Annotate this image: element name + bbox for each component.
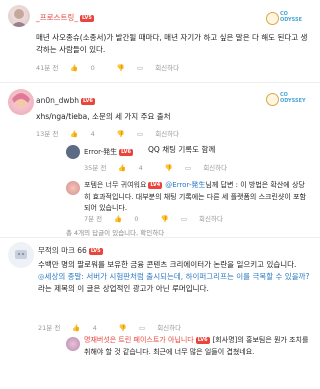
comment-text: 매년 사오종슈(소종서)가 발간될 때마다, 매년 자기가 하고 싶은 말은 다… [36,33,308,54]
reply-text: 명재버섯은 트린 페이스트가 아닙니다 LV6 [회사명]의 홍보팀은 뭔가 조치를… [84,335,309,358]
coin-badge-icon [266,93,279,106]
comment-meta: 21분 전 👍 4 👎 ▭ 회신하다 [38,322,201,332]
reply-avatar[interactable] [66,181,80,195]
avatar-image [11,9,27,27]
reply-label: 회신하다 [155,130,180,138]
like-button[interactable]: 👍 4 [70,130,104,138]
timestamp: 41분 전 [36,64,59,72]
timestamp: 21분 전 [38,324,61,332]
reply-button[interactable]: ▭ 회신하다 [139,324,191,332]
reply-username[interactable]: 포템은 너무 귀여워요 LV4 [84,181,165,189]
comment-3: 무적의 마크 66 LV5 수백만 명의 팔로워를 보유한 금융 콘텐츠 크리에이… [0,238,320,389]
chat-bubble-icon: ▭ [184,164,192,172]
reply-text: QQ 채팅 기록도 함께 [148,145,216,154]
comment-body-suffix: 라는 제목의 이 글은 상업적인 광고가 아닌 루머입니다. [38,284,209,293]
thumbs-down-icon[interactable]: 👎 [117,130,125,138]
divider [0,82,320,83]
comment-meta: 41분 전 👍 0 👎 ▭ 회신하다 [36,62,199,72]
thumbs-up-icon: 👍 [70,64,79,72]
thumbs-up-icon: 👍 [72,324,81,332]
timestamp: 35분 전 [84,164,107,172]
comment-2: an0n_dwbh LV6 CO ODYSSEY xhs/nga/tieba, 소… [0,84,320,237]
comment-text: 수백만 명의 팔로워를 보유한 금융 콘텐츠 크리에이터가 논란을 일으키고 있… [38,259,312,295]
timestamp: 13분 전 [36,130,59,138]
thumbs-down-icon[interactable]: 👎 [117,64,125,72]
username[interactable]: _프로스트링_ LV5 [36,12,94,23]
comment-text: xhs/nga/tieba, 소문의 세 가지 주요 출처 [36,112,171,121]
badge-label: CO ODYSSE [280,11,303,23]
reply-text: 포템은 너무 귀여워요 LV4 @Error-発生님께 답변 : 이 방법은 확산에… [84,180,309,215]
reply-avatar[interactable] [66,145,80,159]
level-badge: LV5 [88,248,103,255]
reply-username-text: 포템은 너무 귀여워요 [84,181,147,189]
username-text: 무적의 마크 66 [38,246,87,255]
chat-bubble-icon: ▭ [138,324,146,332]
comment-meta: 13분 전 👍 4 👎 ▭ 회신하다 [36,128,199,138]
chat-bubble-icon: ▭ [136,130,144,138]
article-link[interactable]: ◎세상의 종말: 서버가 시험판처럼 출시되는데, 하이퍼그리프는 이를 극복할… [38,272,310,281]
thumbs-down-icon[interactable]: 👎 [119,324,127,332]
reply-button[interactable]: ▭ 회신하다 [181,215,233,223]
thumbs-up-icon: 👍 [118,164,127,172]
level-badge: LV5 [80,15,94,22]
username-text: _프로스트링_ [36,13,78,22]
avatar[interactable] [8,242,34,268]
reply-button[interactable]: ▭ 회신하다 [137,64,189,72]
reply-avatar[interactable] [66,337,80,351]
reply-label: 회신하다 [199,215,223,223]
level-badge: LV6 [195,337,210,344]
thumbs-up-icon: 👍 [70,130,79,138]
chat-bubble-icon: ▭ [180,215,187,223]
like-button[interactable]: 👍 4 [72,324,106,332]
chat-bubble-icon: ▭ [136,64,144,72]
like-count: 0 [134,215,139,223]
level-badge: LV6 [81,98,95,105]
thumbs-down-icon[interactable]: 👎 [165,164,173,172]
username-text: an0n_dwbh [36,96,80,105]
comment-1: _프로스트링_ LV5 CO ODYSSE 매년 사오종슈(소종서)가 발간될 때… [0,0,320,84]
avatar[interactable] [8,5,30,27]
coin-badge-icon [266,12,279,25]
reply-label: 회신하다 [155,64,180,72]
reply-button[interactable]: ▭ 회신하다 [185,164,237,172]
like-count: 4 [138,164,143,172]
thumbs-down-icon[interactable]: 👎 [161,215,169,223]
view-more-replies-link[interactable]: 총 4개의 답글이 있습니다, 확인하다 [66,227,164,237]
avatar-image [12,93,30,107]
like-count: 4 [92,324,97,332]
badge-label-line-2: ODYSSE [280,16,303,23]
reply-label: 회신하다 [203,164,228,172]
comment-body: 수백만 명의 팔로워를 보유한 금융 콘텐츠 크리에이터가 논란을 일으키고 있… [38,260,297,269]
reply-username-text: 명재버섯은 트린 페이스트가 아닙니다 [84,336,194,344]
reply-label: 회신하다 [157,324,182,332]
reply-username-text: Error-発生 [84,148,118,156]
level-badge: LV4 [148,182,163,189]
like-button[interactable]: 👍 0 [114,215,148,223]
reply-meta: 7분 전 👍 0 👎 ▭ 회신하다 [84,213,243,223]
level-badge: LV6 [119,149,133,156]
like-button[interactable]: 👍 4 [118,164,152,172]
avatar-image [15,250,27,259]
thumbs-up-icon: 👍 [114,215,123,223]
reply-username[interactable]: Error-発生 LV6 [84,147,133,157]
like-button[interactable]: 👍 0 [70,64,104,72]
reply-username[interactable]: 명재버섯은 트린 페이스트가 아닙니다 LV6 [84,336,213,344]
badge-label: CO ODYSSEY [280,92,306,104]
username[interactable]: an0n_dwbh LV6 [36,96,95,105]
badge-label-line-2: ODYSSEY [280,97,306,104]
reply-meta: 35분 전 👍 4 👎 ▭ 회신하다 [84,162,247,172]
reply-button[interactable]: ▭ 회신하다 [137,130,189,138]
timestamp: 7분 전 [84,215,103,223]
like-count: 4 [90,130,95,138]
like-count: 0 [90,64,95,72]
username[interactable]: 무적의 마크 66 LV5 [38,245,103,256]
avatar[interactable] [8,89,34,115]
mention-link[interactable]: @Error-発生 [165,181,205,189]
